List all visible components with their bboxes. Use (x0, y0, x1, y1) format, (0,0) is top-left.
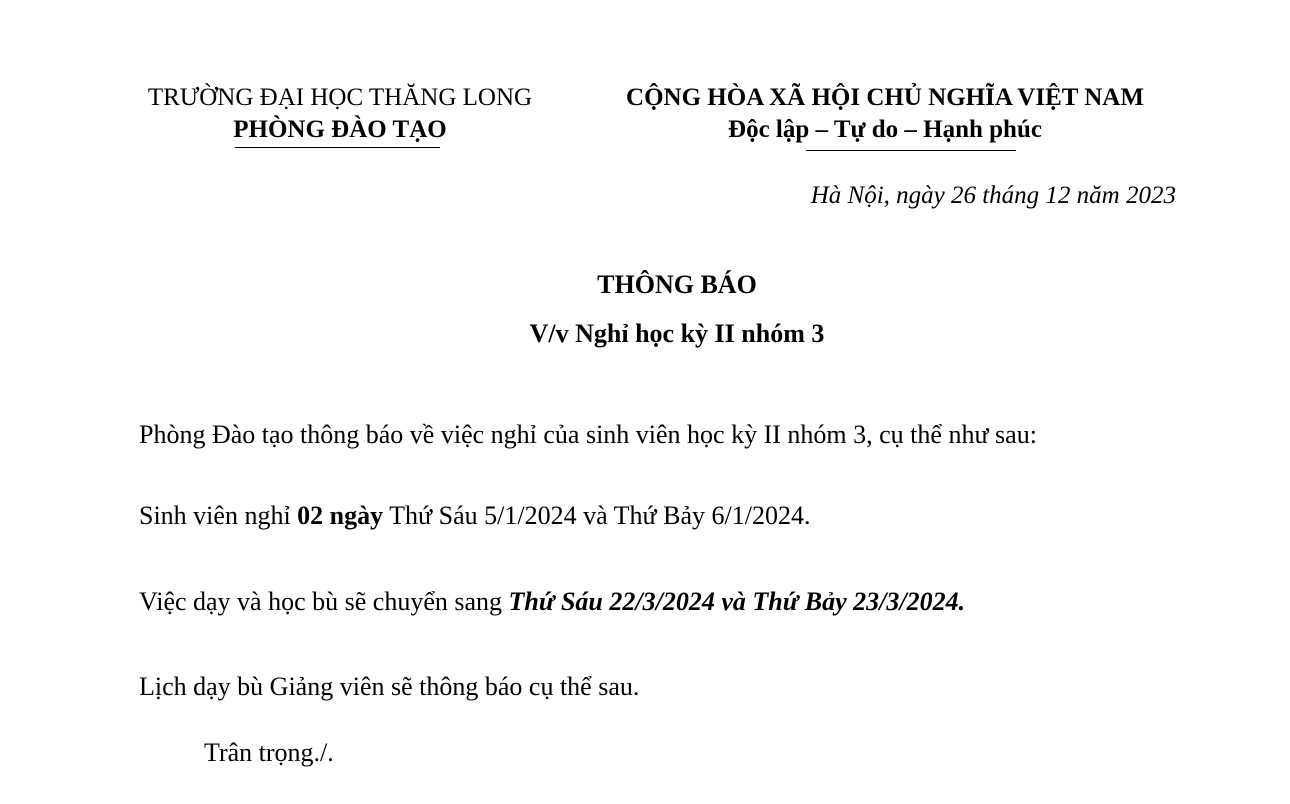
motto-underline (806, 150, 1016, 151)
paragraph-schedule: Lịch dạy bù Giảng viên sẽ thông báo cụ t… (139, 672, 640, 701)
national-motto: Độc lập – Tự do – Hạnh phúc (728, 116, 1042, 143)
makeup-dates: Thứ Sáu 22/3/2024 và Thứ Bảy 23/3/2024. (508, 587, 966, 616)
document-page: TRƯỜNG ĐẠI HỌC THĂNG LONG PHÒNG ĐÀO TẠO … (0, 0, 1290, 804)
national-heading-block: CỘNG HÒA XÃ HỘI CHỦ NGHĨA VIỆT NAM Độc l… (590, 82, 1180, 146)
national-title: CỘNG HÒA XÃ HỘI CHỦ NGHĨA VIỆT NAM (626, 84, 1144, 111)
leave-days-post: Thứ Sáu 5/1/2024 và Thứ Bảy 6/1/2024. (383, 501, 811, 530)
issuer-block: TRƯỜNG ĐẠI HỌC THĂNG LONG PHÒNG ĐÀO TẠO (120, 82, 560, 146)
paragraph-leave-days: Sinh viên nghỉ 02 ngày Thứ Sáu 5/1/2024 … (139, 499, 810, 533)
paragraph-makeup: Việc dạy và học bù sẽ chuyển sang Thứ Sá… (139, 585, 965, 619)
department-name: PHÒNG ĐÀO TẠO (233, 116, 447, 143)
makeup-pre: Việc dạy và học bù sẽ chuyển sang (139, 587, 509, 616)
school-name: TRƯỜNG ĐẠI HỌC THĂNG LONG (147, 84, 533, 111)
leave-days-count: 02 ngày (297, 501, 384, 530)
notice-title: THÔNG BÁO (597, 270, 757, 299)
place-date-line: Hà Nội, ngày 26 tháng 12 năm 2023 (810, 182, 1176, 209)
paragraph-intro: Phòng Đào tạo thông báo về việc nghỉ của… (139, 420, 1037, 449)
notice-subject: V/v Nghỉ học kỳ II nhóm 3 (529, 319, 825, 348)
closing-line: Trân trọng./. (204, 738, 334, 767)
leave-days-pre: Sinh viên nghỉ (139, 501, 298, 530)
issuer-underline (235, 147, 440, 148)
